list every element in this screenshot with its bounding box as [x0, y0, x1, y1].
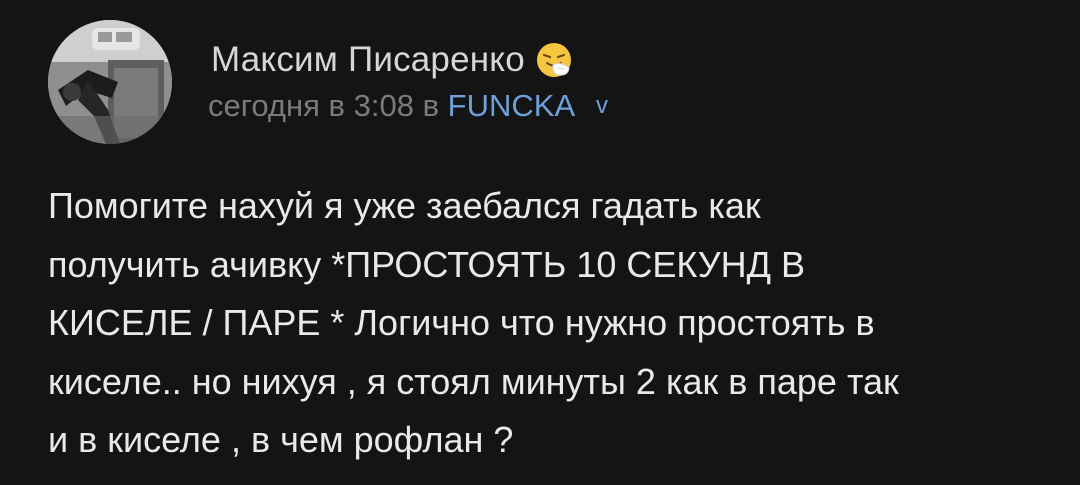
- avatar-photo: [48, 20, 172, 144]
- post-meta: сегодня в 3:08 в FUNCKA v: [208, 88, 608, 124]
- author-avatar[interactable]: [48, 20, 172, 144]
- author-name-text[interactable]: Максим Писаренко: [211, 40, 525, 80]
- sneezing-face-icon: [535, 41, 573, 79]
- group-link[interactable]: FUNCKA: [448, 88, 574, 123]
- post-time: сегодня в 3:08 в: [208, 88, 440, 123]
- post-text: Помогите нахуй я уже заебался гадать как…: [48, 185, 899, 460]
- chevron-down-icon[interactable]: v: [596, 92, 608, 119]
- author-name[interactable]: Максим Писаренко: [211, 40, 573, 80]
- post-header: Максим Писаренко сегодня в 3:08 в FUNCKA…: [48, 20, 948, 144]
